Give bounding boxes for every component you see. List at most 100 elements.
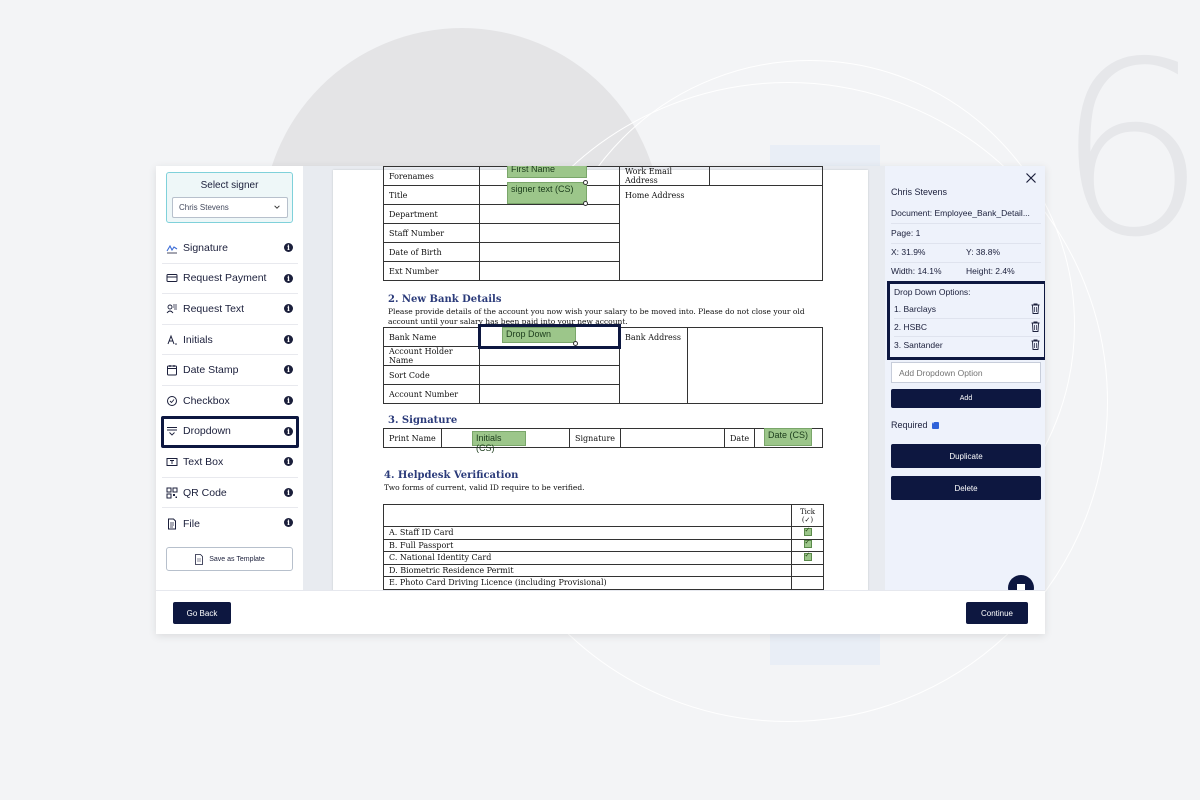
file-icon — [166, 518, 178, 530]
tool-panel: Select signer Chris Stevens Signature i … — [156, 166, 303, 590]
info-icon[interactable]: i — [284, 518, 293, 528]
save-template-button[interactable]: Save as Template — [166, 547, 293, 571]
go-back-button[interactable]: Go Back — [173, 602, 231, 624]
table-cell: Date of Birth — [383, 242, 480, 262]
position-row: X: 31.9% Y: 38.8% — [891, 243, 1041, 263]
info-icon[interactable]: i — [284, 426, 293, 436]
initials-field[interactable]: Initials (CS) — [472, 431, 526, 453]
table-cell: Tick (✓) — [791, 504, 824, 527]
tool-label: Date Stamp — [183, 364, 239, 377]
table-cell: Sort Code — [383, 365, 480, 385]
size-row: Width: 14.1% Height: 2.4% — [891, 262, 1041, 282]
table-cell — [791, 538, 824, 552]
ticked-checkbox[interactable] — [803, 551, 812, 561]
first-name-field[interactable]: First Name — [507, 166, 587, 178]
table-row: Print Name Signature Date — [383, 428, 823, 448]
table-cell: Ext Number — [383, 261, 480, 281]
info-icon[interactable]: i — [284, 395, 293, 405]
required-label: Required — [891, 420, 928, 430]
table-cell — [791, 551, 824, 565]
tool-label: QR Code — [183, 486, 227, 499]
table-cell — [479, 261, 620, 281]
required-checkbox[interactable] — [931, 419, 939, 429]
tool-text-box[interactable]: Text Box i — [162, 447, 298, 478]
signer-text-field[interactable]: signer text (CS) — [507, 182, 587, 204]
table-cell: Bank Address — [619, 327, 688, 404]
table-cell: Title — [383, 185, 480, 205]
delete-button[interactable]: Delete — [891, 476, 1041, 500]
resize-handle[interactable] — [573, 341, 578, 346]
table-cell — [791, 526, 824, 540]
continue-button[interactable]: Continue — [966, 602, 1028, 624]
tool-date-stamp[interactable]: Date Stamp i — [162, 355, 298, 386]
table-cell — [687, 327, 823, 404]
dropdown-option: 2. HSBC — [894, 319, 1040, 337]
info-icon[interactable]: i — [284, 487, 293, 497]
tool-request-payment[interactable]: Request Payment i — [162, 264, 298, 295]
resize-handle[interactable] — [583, 201, 588, 206]
payment-card-icon — [166, 272, 178, 284]
tool-label: Text Box — [183, 455, 224, 468]
info-icon[interactable]: i — [284, 457, 293, 467]
page-number: Page: 1 — [891, 224, 1041, 244]
document-viewer[interactable]: Forenames Work Email Address Title Home … — [303, 166, 885, 590]
tool-file[interactable]: File i — [162, 508, 298, 539]
signature-icon — [166, 242, 178, 254]
signer-selector: Select signer Chris Stevens — [166, 172, 293, 223]
table-cell — [479, 204, 620, 224]
trash-icon[interactable] — [1031, 321, 1040, 332]
footer-bar: Go Back Continue — [156, 590, 1045, 634]
tool-dropdown[interactable]: Dropdown i — [161, 415, 299, 449]
table-cell — [791, 576, 824, 590]
info-icon[interactable]: i — [284, 243, 293, 252]
info-icon[interactable]: i — [284, 304, 293, 314]
date-field[interactable]: Date (CS) — [764, 428, 812, 446]
tool-label: Dropdown — [183, 425, 231, 438]
info-icon[interactable]: i — [284, 365, 293, 375]
dropdown-field-selected[interactable]: Drop Down — [478, 324, 621, 349]
tool-checkbox[interactable]: Checkbox i — [162, 386, 298, 417]
personal-details-table: Forenames Work Email Address Title Home … — [383, 166, 823, 281]
trash-icon[interactable] — [1031, 303, 1040, 314]
table-cell: E. Photo Card Driving Licence (including… — [383, 576, 792, 590]
info-icon[interactable]: i — [284, 334, 293, 344]
table-cell — [479, 242, 620, 262]
close-icon[interactable] — [1025, 172, 1037, 184]
add-dropdown-option-input[interactable] — [891, 362, 1041, 383]
ticked-checkbox[interactable] — [803, 526, 812, 536]
table-cell — [479, 346, 620, 366]
document-name: Document: Employee_Bank_Detail... — [891, 204, 1041, 224]
table-cell: A. Staff ID Card — [383, 526, 792, 540]
info-icon[interactable]: i — [284, 273, 293, 283]
table-cell: B. Full Passport — [383, 538, 792, 552]
signer-name: Chris Stevens — [891, 187, 948, 197]
checkbox-icon — [166, 395, 178, 407]
table-cell: Bank Name — [383, 327, 480, 347]
table-cell: D. Biometric Residence Permit — [383, 563, 792, 577]
table-cell — [709, 166, 823, 186]
trash-icon[interactable] — [1031, 339, 1040, 350]
tool-request-text[interactable]: Request Text i — [162, 294, 298, 325]
dropdown-field[interactable]: Drop Down — [502, 327, 576, 343]
calendar-icon — [166, 364, 178, 376]
ticked-checkbox[interactable] — [803, 538, 812, 549]
properties-panel: Chris Stevens Document: Employee_Bank_De… — [885, 166, 1045, 590]
tool-list: Signature i Request Payment i Request Te… — [161, 233, 299, 539]
dropdown-option: 3. Santander — [894, 337, 1040, 355]
tool-initials[interactable]: Initials i — [162, 325, 298, 356]
resize-handle[interactable] — [583, 180, 588, 185]
table-row: Tick (✓) — [383, 504, 824, 527]
signer-select[interactable]: Chris Stevens — [172, 197, 288, 218]
verification-table: Tick (✓) A. Staff ID Card B. Full Passpo… — [383, 504, 824, 590]
table-cell — [479, 223, 620, 243]
table-row: D. Biometric Residence Permit — [383, 563, 824, 577]
table-cell: Work Email Address — [619, 166, 710, 186]
add-option-button[interactable]: Add — [891, 389, 1041, 408]
document-icon — [195, 553, 204, 565]
tool-signature[interactable]: Signature i — [162, 233, 298, 264]
required-toggle[interactable]: Required — [891, 419, 939, 430]
duplicate-button[interactable]: Duplicate — [891, 444, 1041, 468]
step-number-decoration: 6 — [1055, 10, 1200, 290]
tool-qr-code[interactable]: QR Code i — [162, 478, 298, 509]
dropdown-option-label: 2. HSBC — [894, 322, 928, 332]
